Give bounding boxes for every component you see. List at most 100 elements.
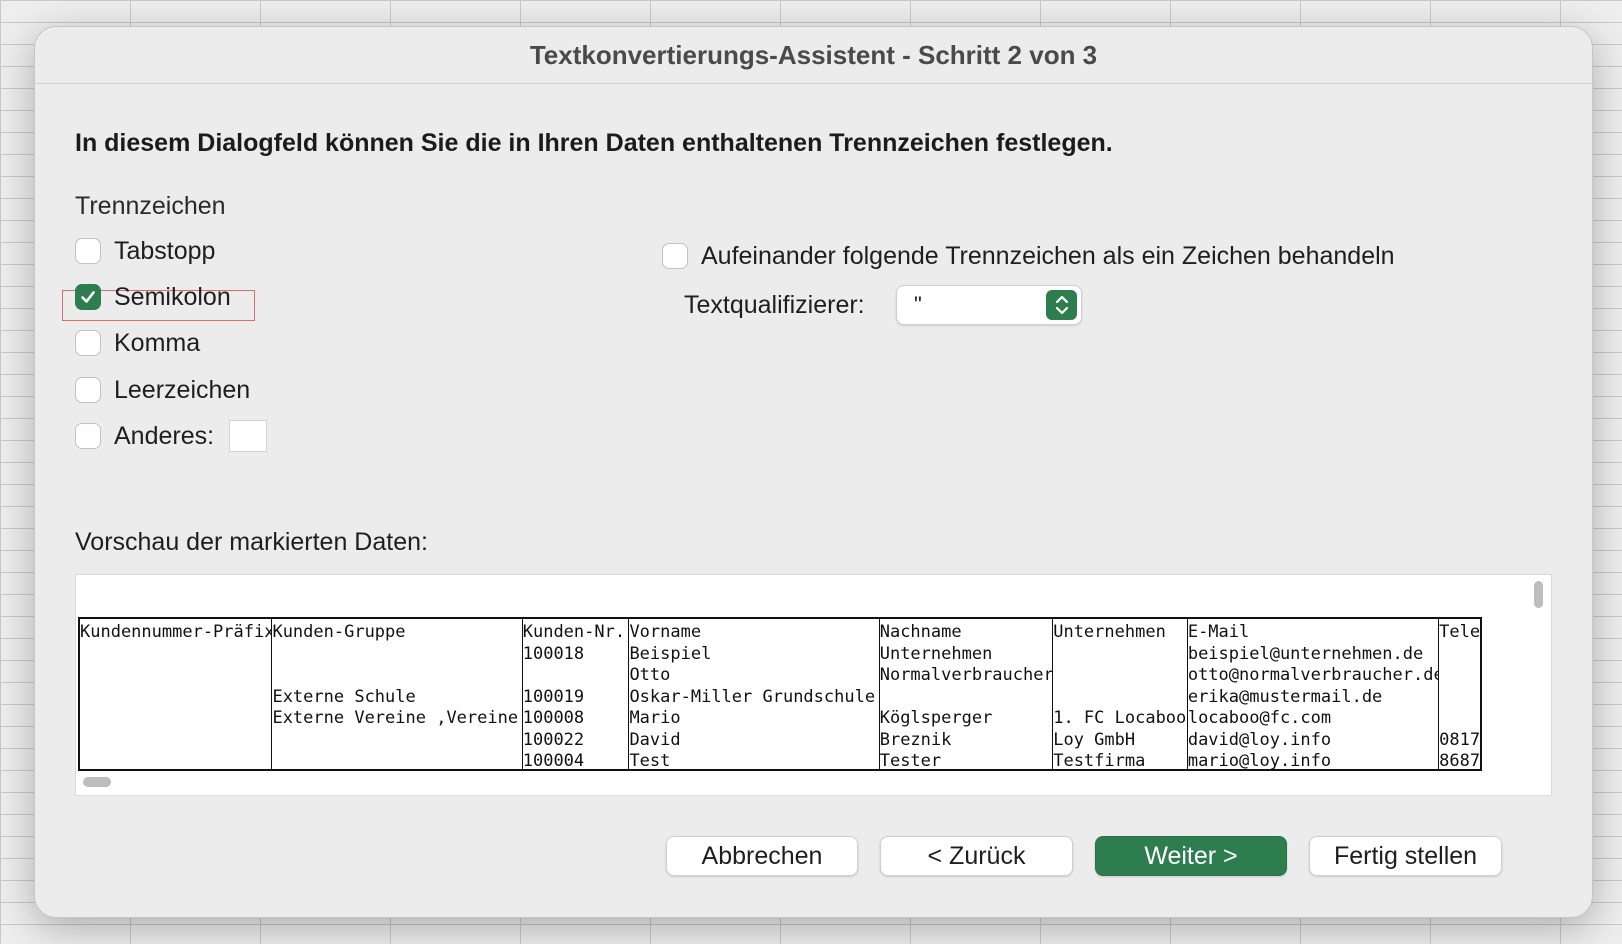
preview-cell: david@loy.info [1187,729,1332,750]
text-import-wizard-dialog: Textkonvertierungs-Assistent - Schritt 2… [34,26,1593,918]
comma-checkbox[interactable] [75,330,101,356]
preview-cell [272,730,521,752]
preview-column[interactable]: E-Mail beispiel@unternehmen.de otto@normal… [1187,619,1440,769]
preview-cell [1439,665,1480,687]
tab-label: Tabstopp [114,236,216,265]
preview-cell: Loy GmbH [1053,729,1136,750]
dialog-title: Textkonvertierungs-Assistent - Schritt 2… [35,27,1592,84]
preview-cell [1053,665,1187,687]
semicolon-label: Semikolon [114,282,231,311]
preview-cell [80,751,271,769]
preview-table: Kundennummer-Präfix Kunden-Gruppe Externe… [78,617,1482,771]
preview-cell: mario@loy.info [1187,751,1332,769]
cancel-button[interactable]: Abbrechen [666,836,858,876]
preview-cell: Kunden-Gruppe [272,622,406,642]
preview-cell [1439,644,1480,666]
consecutive-checkbox[interactable] [662,243,688,269]
preview-cell [880,687,1053,709]
semicolon-checkbox[interactable] [75,284,101,310]
preview-cell [80,687,271,709]
back-button[interactable]: < Zurück [880,836,1073,876]
vertical-scrollbar[interactable] [1532,575,1549,775]
preview-cell [272,644,521,666]
preview-cell [272,751,521,769]
preview-cell: 1. FC Locaboo [1053,708,1187,728]
preview-label: Vorschau der markierten Daten: [75,528,428,556]
preview-column[interactable]: Vorname Beispiel Otto Oskar-Miller Grundsch… [629,619,880,769]
preview-cell [1439,687,1480,709]
preview-cell [80,708,271,730]
preview-cell: Normalverbraucher [879,665,1054,685]
preview-cell [523,665,629,687]
preview-cell: Breznik [879,729,952,750]
preview-column[interactable]: Kundennummer-Präfix [80,619,273,769]
finish-button[interactable]: Fertig stellen [1309,836,1502,876]
next-button[interactable]: Weiter > [1095,836,1287,876]
preview-cell: E-Mail [1187,622,1250,642]
preview-cell: beispiel@unternehmen.de [1187,643,1424,664]
preview-cell: Test [629,751,671,769]
preview-column[interactable]: Kunden-Gruppe Externe Schule Externe Verei… [272,619,523,769]
delimiters-group-title: Trennzeichen [75,192,226,220]
option-other[interactable]: Anderes: [75,420,268,452]
preview-column[interactable]: Kunden-Nr. 100018 100019 100008 100022 100004 [523,619,630,769]
option-consecutive[interactable]: Aufeinander folgende Trennzeichen als ei… [662,240,1395,272]
preview-cell: 8687 [1439,751,1480,769]
space-label: Leerzeichen [114,375,251,404]
preview-cell: Mario [629,708,681,728]
comma-label: Komma [114,328,201,357]
preview-cell: 100008 [522,708,585,728]
preview-cell: Externe Schule [272,686,416,707]
preview-cell: Kundennummer-Präfix [80,622,273,642]
preview-cell [1053,644,1187,666]
other-label: Anderes: [114,421,215,450]
vertical-scroll-thumb[interactable] [1534,581,1543,608]
preview-cell: Externe Vereine ,Vereine [272,708,519,728]
preview-cell: Unternehmen [1053,622,1166,642]
preview-cell: otto@normalverbraucher.de [1187,665,1440,685]
preview-cell: 0817 [1439,729,1480,750]
checkmark-icon [81,291,95,303]
option-tab[interactable]: Tabstopp [75,235,215,267]
preview-cell: Kunden-Nr. [522,622,626,642]
horizontal-scroll-thumb[interactable] [83,777,111,787]
instruction-text: In diesem Dialogfeld können Sie die in I… [75,129,1113,157]
option-comma[interactable]: Komma [75,327,200,359]
preview-cell: Vorname [629,622,702,642]
preview-cell: 100019 [522,686,585,707]
preview-cell: 100004 [522,751,585,769]
preview-cell: Unternehmen [879,643,993,664]
preview-cell [80,665,271,687]
preview-column[interactable]: Unternehmen 1. FC Locaboo Loy GmbH Testfirm… [1053,619,1188,769]
other-checkbox[interactable] [75,423,101,449]
space-checkbox[interactable] [75,377,101,403]
preview-cell: Köglsperger [879,708,993,728]
preview-cell: Beispiel [629,643,712,664]
preview-cell [80,644,271,666]
preview-column[interactable]: Nachname Unternehmen Normalverbraucher Kögl… [880,619,1054,769]
option-space[interactable]: Leerzeichen [75,374,250,406]
preview-cell: Oskar-Miller Grundschule [629,686,876,707]
preview-cell: Testfirma [1053,751,1146,769]
preview-cell [1053,687,1187,709]
preview-cell: Tester [879,751,942,769]
chevron-updown-icon [1046,290,1077,320]
preview-cell: 100022 [522,729,585,750]
preview-cell: Otto [629,665,671,685]
preview-cell [80,730,271,752]
text-qualifier-value: " [914,292,922,317]
other-delimiter-input[interactable] [229,420,268,452]
preview-cell: Tele [1439,622,1480,642]
preview-cell [1439,708,1480,730]
preview-cell: 100018 [522,643,585,664]
preview-cell: erika@mustermail.de [1187,686,1383,707]
preview-column[interactable]: Tele 0817 8687 [1439,619,1480,769]
text-qualifier-select[interactable]: " [896,285,1082,325]
tab-checkbox[interactable] [75,238,101,264]
preview-cell [272,665,521,687]
consecutive-label: Aufeinander folgende Trennzeichen als ei… [701,241,1395,270]
preview-cell: Nachname [879,622,962,642]
option-semicolon[interactable]: Semikolon [75,281,231,313]
preview-cell: David [629,729,681,750]
data-preview[interactable]: Kundennummer-Präfix Kunden-Gruppe Externe… [75,574,1552,796]
